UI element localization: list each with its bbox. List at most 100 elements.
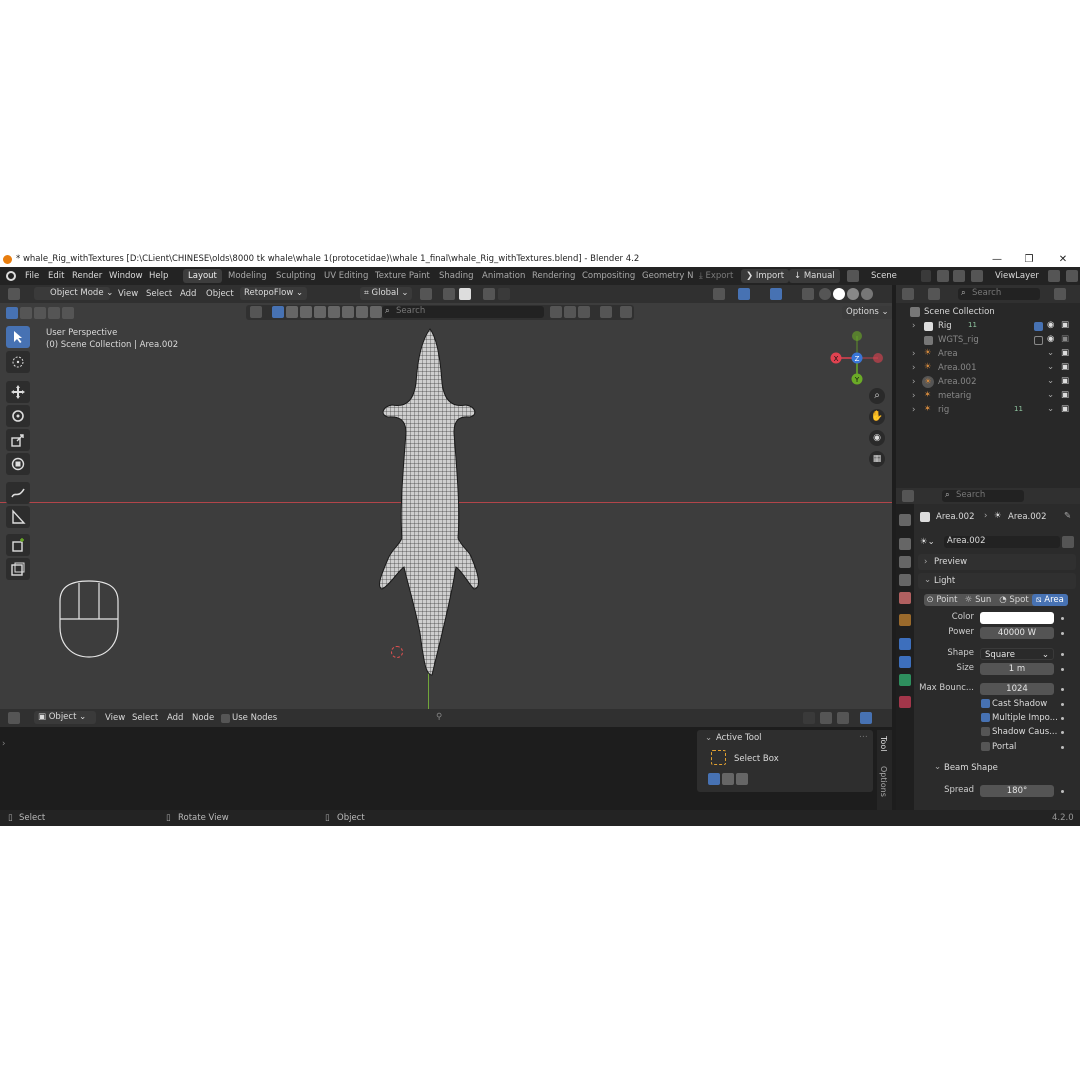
texture-tab-icon[interactable] <box>899 696 911 708</box>
select-mode-extend-icon[interactable] <box>20 307 32 319</box>
close-button[interactable]: ✕ <box>1048 252 1078 267</box>
physics-tab-icon[interactable] <box>899 656 911 668</box>
portal-checkbox[interactable] <box>981 742 990 751</box>
retopo-tool-8-icon[interactable] <box>370 306 382 318</box>
minimize-button[interactable]: — <box>982 252 1012 267</box>
workspace-tab-texture-paint[interactable]: Texture Paint <box>370 269 435 283</box>
proportional-editing-icon[interactable] <box>483 288 495 300</box>
rotate-tool[interactable] <box>6 405 30 427</box>
animate-dot-icon[interactable] <box>1061 790 1064 793</box>
include-checkbox[interactable] <box>1034 322 1043 331</box>
camera-icon[interactable]: ▣ <box>1061 348 1069 358</box>
pivot-point-icon[interactable] <box>420 288 432 300</box>
expand-arrow-icon[interactable]: › <box>912 405 915 415</box>
workspace-tab-sculpting[interactable]: Sculpting <box>271 269 321 283</box>
light-type-area[interactable]: ⧅ Area <box>1032 594 1068 606</box>
light-type-spot[interactable]: ◔ Spot <box>996 594 1032 606</box>
eye-icon[interactable]: ◉ <box>1047 334 1054 344</box>
view-layer-tab-icon[interactable] <box>899 574 911 586</box>
breadcrumb-object[interactable]: Area.002 <box>936 512 975 522</box>
render-tab-icon[interactable] <box>899 538 911 550</box>
chevron-down-icon[interactable]: ⌄ <box>705 733 712 743</box>
menu-edit[interactable]: Edit <box>48 271 64 281</box>
retopoflow-dropdown[interactable]: RetopoFlow ⌄ <box>240 287 308 300</box>
chevron-down-icon[interactable]: ⌄ <box>1047 390 1054 400</box>
menu-select[interactable]: Select <box>146 289 172 299</box>
outliner-row-rig-armature[interactable]: › ✶ rig 11 ⌄ ▣ <box>896 404 1080 418</box>
workspace-tab-modeling[interactable]: Modeling <box>223 269 272 283</box>
eye-icon[interactable]: ◉ <box>1047 320 1054 330</box>
expand-arrow-icon[interactable]: › <box>912 377 915 387</box>
properties-editor-type-icon[interactable] <box>902 490 914 502</box>
cursor-tool[interactable] <box>6 351 30 373</box>
menu-help[interactable]: Help <box>149 271 168 281</box>
animate-dot-icon[interactable] <box>1061 688 1064 691</box>
select-mode-invert-icon[interactable] <box>48 307 60 319</box>
menu-add[interactable]: Add <box>180 289 196 299</box>
output-tab-icon[interactable] <box>899 556 911 568</box>
sidebar-tab-options[interactable]: Options <box>879 766 888 797</box>
filter-icon[interactable] <box>1054 288 1066 300</box>
pan-hand-icon[interactable]: ✋ <box>869 409 885 425</box>
delete-view-layer-icon[interactable] <box>1066 270 1078 282</box>
menu-file[interactable]: File <box>25 271 39 281</box>
use-nodes-checkbox[interactable] <box>221 714 230 723</box>
chevron-down-icon[interactable]: ⌄ <box>1047 376 1054 386</box>
new-view-layer-icon[interactable] <box>1048 270 1060 282</box>
transform-tool[interactable] <box>6 453 30 475</box>
navigation-gizmo[interactable] <box>826 579 886 639</box>
addon-search-field[interactable]: ⌕ Search <box>382 306 544 318</box>
mode-set-icon[interactable] <box>708 773 720 785</box>
editor-type-icon[interactable] <box>8 288 20 300</box>
camera-icon[interactable]: ▣ <box>1061 334 1069 344</box>
workspace-tab-animation[interactable]: Animation <box>477 269 530 283</box>
sidebar-tab-tool[interactable]: Tool <box>879 736 888 752</box>
node-overlay-icon[interactable] <box>837 712 849 724</box>
node-menu-select[interactable]: Select <box>132 713 158 723</box>
drag-handle-icon[interactable]: ⋯ <box>859 732 868 742</box>
chevron-right-icon[interactable]: › <box>2 739 5 749</box>
node-menu-node[interactable]: Node <box>192 713 214 723</box>
select-mode-subtract-icon[interactable] <box>34 307 46 319</box>
bookmark-icon[interactable] <box>564 306 576 318</box>
move-tool[interactable] <box>6 381 30 403</box>
outliner-row-rig[interactable]: › Rig 11 ◉ ▣ <box>896 320 1080 334</box>
mode-subtract-icon[interactable] <box>736 773 748 785</box>
snap-node-icon[interactable] <box>803 712 815 724</box>
visibility-icon[interactable] <box>713 288 725 300</box>
wireframe-shading-icon[interactable] <box>819 288 831 300</box>
camera-icon[interactable]: ▣ <box>1061 376 1069 386</box>
import-button[interactable]: ❯ Import <box>741 269 790 283</box>
outliner-row-metarig[interactable]: › ✶ metarig ⌄ ▣ <box>896 390 1080 404</box>
display-mode-icon[interactable] <box>928 288 940 300</box>
retopo-tool-7-icon[interactable] <box>356 306 368 318</box>
pin-icon[interactable]: ✎ <box>1064 511 1071 521</box>
view-layer-icon[interactable] <box>971 270 983 282</box>
node-editor-type-icon[interactable] <box>8 712 20 724</box>
preview-panel-header[interactable]: › Preview <box>918 554 1076 570</box>
pin-icon[interactable] <box>921 270 931 282</box>
light-panel-header[interactable]: ⌄ Light <box>918 573 1076 589</box>
workspace-tab-shading[interactable]: Shading <box>434 269 479 283</box>
annotate-tool[interactable] <box>6 482 30 504</box>
snap-target-icon[interactable] <box>459 288 471 300</box>
select-mode-intersect-icon[interactable] <box>62 307 74 319</box>
camera-icon[interactable]: ▣ <box>1061 390 1069 400</box>
object-mode-dropdown[interactable]: Object Mode ⌄ <box>34 287 113 300</box>
delete-scene-icon[interactable] <box>953 270 965 282</box>
chevron-down-icon[interactable]: ⌄ <box>1047 404 1054 414</box>
retopo-tool-5-icon[interactable] <box>328 306 340 318</box>
size-field[interactable]: 1 m <box>980 663 1054 675</box>
workspace-tab-uv-editing[interactable]: UV Editing <box>319 269 373 283</box>
fake-user-shield-icon[interactable] <box>1062 536 1074 548</box>
filter-icon[interactable] <box>600 306 612 318</box>
breadcrumb-data[interactable]: Area.002 <box>1008 512 1047 522</box>
workspace-tab-geometry-nodes[interactable]: Geometry N <box>637 269 698 283</box>
3d-cursor-icon[interactable] <box>391 646 403 658</box>
outliner-row-area-001[interactable]: › ☀ Area.001 ⌄ ▣ <box>896 362 1080 376</box>
outliner-row-area-002[interactable]: › ☀ Area.002 ⌄ ▣ <box>896 376 1080 390</box>
retopo-tool-1-icon[interactable] <box>272 306 284 318</box>
view-layer-name[interactable]: ViewLayer <box>995 271 1039 281</box>
retopo-tool-2-icon[interactable] <box>286 306 298 318</box>
properties-search-field[interactable]: ⌕ Search <box>942 490 1024 502</box>
